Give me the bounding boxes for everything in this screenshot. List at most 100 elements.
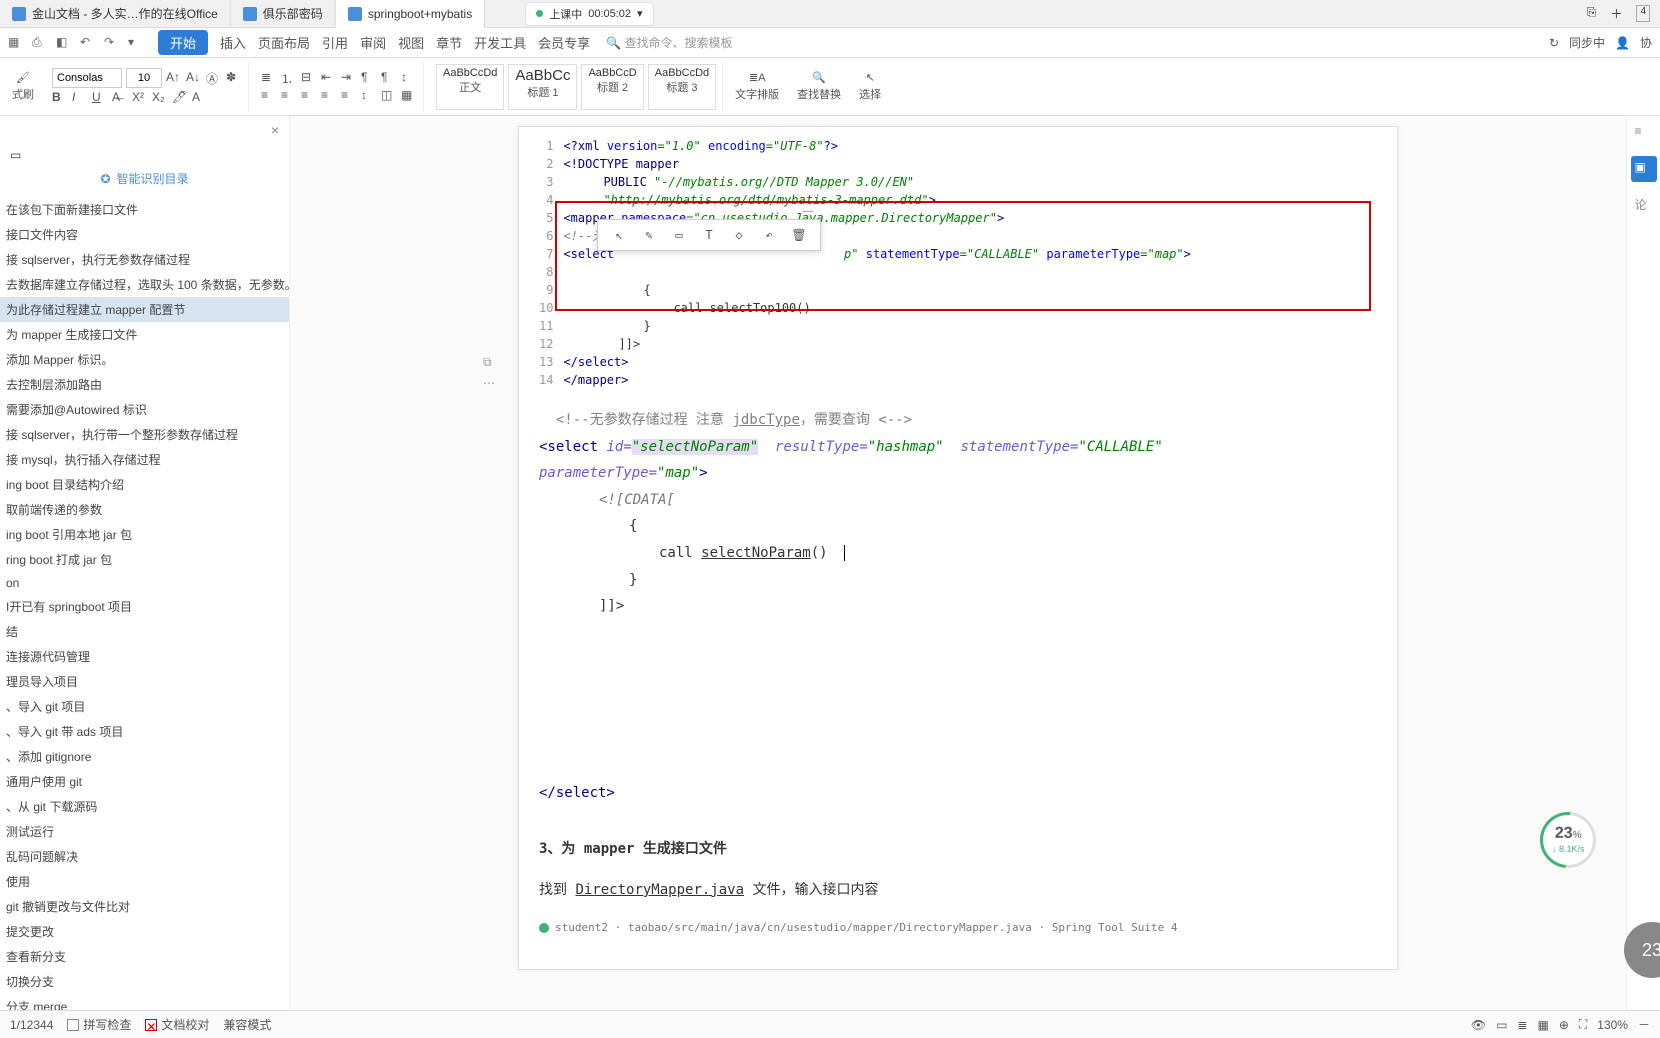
spell-check-toggle[interactable]: 拼写检查 <box>67 1016 131 1033</box>
zoom-value[interactable]: 130% <box>1597 1018 1628 1032</box>
italic-button[interactable]: I <box>72 90 88 106</box>
change-case-icon[interactable]: ✽ <box>226 70 242 86</box>
view-read-icon[interactable]: ⊕ <box>1559 1018 1569 1032</box>
text-icon[interactable]: T <box>700 226 718 244</box>
outline-item[interactable]: 分支 merge <box>0 994 289 1010</box>
bullet-list-icon[interactable]: ≣ <box>261 70 277 86</box>
outline-item[interactable]: 为 mapper 生成接口文件 <box>0 322 289 347</box>
outline-item[interactable]: 去数据库建立存储过程，选取头 100 条数据，无参数。 <box>0 272 289 297</box>
format-painter[interactable]: 🖌式刷 <box>6 69 40 104</box>
outline-item[interactable]: git 撤销更改与文件比对 <box>0 894 289 919</box>
tab-review[interactable]: 审阅 <box>354 29 392 56</box>
tab-member[interactable]: 会员专享 <box>532 29 596 56</box>
zoom-out-icon[interactable]: － <box>1638 1016 1650 1033</box>
align-distribute-icon[interactable]: ≡ <box>341 88 357 104</box>
pointer-icon[interactable]: ↖ <box>610 226 628 244</box>
outline-item[interactable]: 为此存储过程建立 mapper 配置节 <box>0 297 289 322</box>
decrease-indent-icon[interactable]: ⇤ <box>321 70 337 86</box>
outline-item[interactable]: on <box>0 572 289 594</box>
outline-item[interactable]: 提交更改 <box>0 919 289 944</box>
view-web-icon[interactable]: ▦ <box>1537 1018 1548 1032</box>
outline-item[interactable]: 切换分支 <box>0 969 289 994</box>
tab-club-pwd[interactable]: 俱乐部密码 <box>231 0 336 28</box>
print-icon[interactable]: ⎙ <box>32 35 48 51</box>
save-icon[interactable]: ▦ <box>8 35 24 51</box>
outline-item[interactable]: 、添加 gitignore <box>0 744 289 769</box>
tab-view[interactable]: 视图 <box>392 29 430 56</box>
view-outline-icon[interactable]: ≣ <box>1517 1018 1527 1032</box>
new-tab-icon[interactable]: ＋ <box>1610 5 1622 22</box>
clear-format-icon[interactable]: Ⓐ <box>206 70 222 86</box>
align-center-icon[interactable]: ≡ <box>281 88 297 104</box>
coop-icon[interactable]: 👤 <box>1615 36 1630 50</box>
subscript-button[interactable]: X₂ <box>152 90 168 106</box>
font-name-input[interactable] <box>52 68 122 88</box>
outline-item[interactable]: 接 sqlserver，执行无参数存储过程 <box>0 247 289 272</box>
outline-item[interactable]: 通用户使用 git <box>0 769 289 794</box>
style-normal[interactable]: AaBbCcDd正文 <box>436 64 504 110</box>
outline-item[interactable]: 理员导入项目 <box>0 669 289 694</box>
find-replace[interactable]: 🔍查找替换 <box>791 69 847 104</box>
tab-count-badge[interactable]: 4 <box>1636 5 1650 22</box>
highlight-button[interactable]: 🖊 <box>172 90 188 106</box>
strike-button[interactable]: A̶ <box>112 90 128 106</box>
outline-item[interactable]: 结 <box>0 619 289 644</box>
outline-item[interactable]: 、从 git 下载源码 <box>0 794 289 819</box>
pen-icon[interactable]: ✎ <box>640 226 658 244</box>
align-right-icon[interactable]: ≡ <box>301 88 317 104</box>
outline-item[interactable]: 需要添加@Autowired 标识 <box>0 397 289 422</box>
outline-item[interactable]: 添加 Mapper 标识。 <box>0 347 289 372</box>
tab-page-layout[interactable]: 页面布局 <box>252 29 316 56</box>
underline-button[interactable]: U <box>92 90 108 106</box>
rect-icon[interactable]: ▭ <box>670 226 688 244</box>
chevron-down-icon[interactable]: ▾ <box>128 35 144 51</box>
chat-icon[interactable]: 论 <box>1635 196 1653 214</box>
compat-mode[interactable]: 兼容模式 <box>223 1016 271 1033</box>
trash-icon[interactable]: 🗑 <box>790 226 808 244</box>
undo-icon[interactable]: ↶ <box>80 35 96 51</box>
outline-item[interactable]: I开已有 springboot 项目 <box>0 594 289 619</box>
class-pill[interactable]: 上课中 00:05:02 ▾ <box>525 2 653 26</box>
fullscreen-icon[interactable]: ⛶ <box>1579 1017 1587 1032</box>
page-indicator[interactable]: 1/12344 <box>10 1018 53 1032</box>
outline-item[interactable]: 测试运行 <box>0 819 289 844</box>
style-h3[interactable]: AaBbCcDd标题 3 <box>648 64 716 110</box>
comments-icon[interactable]: ▣ <box>1631 156 1657 182</box>
tab-wps-doc[interactable]: 金山文档 - 多人实…作的在线Office <box>0 0 231 28</box>
smart-toc[interactable]: ✪智能识别目录 <box>0 166 289 191</box>
align-left-icon[interactable]: ≡ <box>261 88 277 104</box>
style-h2[interactable]: AaBbCcD标题 2 <box>581 64 643 110</box>
proofread-toggle[interactable]: ✕文档校对 <box>145 1016 209 1033</box>
font-size-input[interactable] <box>126 68 162 88</box>
sync-icon[interactable]: ↻ <box>1549 36 1559 50</box>
undo-icon[interactable]: ↶ <box>760 226 778 244</box>
outline-item[interactable]: 去控制层添加路由 <box>0 372 289 397</box>
copy-icon[interactable]: ⧉ <box>483 355 513 370</box>
align-justify-icon[interactable]: ≡ <box>321 88 337 104</box>
bold-button[interactable]: B <box>52 90 68 106</box>
redo-icon[interactable]: ↷ <box>104 35 120 51</box>
text-layout[interactable]: ≣A文字排版 <box>729 69 785 104</box>
number-list-icon[interactable]: ⒈ <box>281 70 297 86</box>
style-h1[interactable]: AaBbCc标题 1 <box>508 64 577 110</box>
outline-item[interactable]: 乱码问题解决 <box>0 844 289 869</box>
ltr-icon[interactable]: ¶ <box>361 70 377 86</box>
forward-icon[interactable]: ⎘ <box>1587 5 1597 22</box>
eye-icon[interactable]: 👁 <box>1471 1018 1486 1032</box>
preview-icon[interactable]: ◧ <box>56 35 72 51</box>
close-icon[interactable]: × <box>271 122 279 138</box>
outline-item[interactable]: ing boot 目录结构介绍 <box>0 472 289 497</box>
outline-item[interactable]: 、导入 git 项目 <box>0 694 289 719</box>
font-color-button[interactable]: A <box>192 90 208 106</box>
outline-item[interactable]: 、导入 git 带 ads 项目 <box>0 719 289 744</box>
tab-reference[interactable]: 引用 <box>316 29 354 56</box>
outline-item[interactable]: 接 sqlserver，执行带一个整形参数存储过程 <box>0 422 289 447</box>
increase-indent-icon[interactable]: ⇥ <box>341 70 357 86</box>
tab-springboot[interactable]: springboot+mybatis <box>336 0 485 28</box>
outline-item[interactable]: ring boot 打成 jar 包 <box>0 547 289 572</box>
outline-item[interactable]: 取前端传递的参数 <box>0 497 289 522</box>
outline-item[interactable]: 查看新分支 <box>0 944 289 969</box>
search-box[interactable]: 🔍 查找命令、搜索模板 <box>606 34 732 51</box>
eraser-icon[interactable]: ◇ <box>730 226 748 244</box>
tab-insert[interactable]: 插入 <box>214 29 252 56</box>
